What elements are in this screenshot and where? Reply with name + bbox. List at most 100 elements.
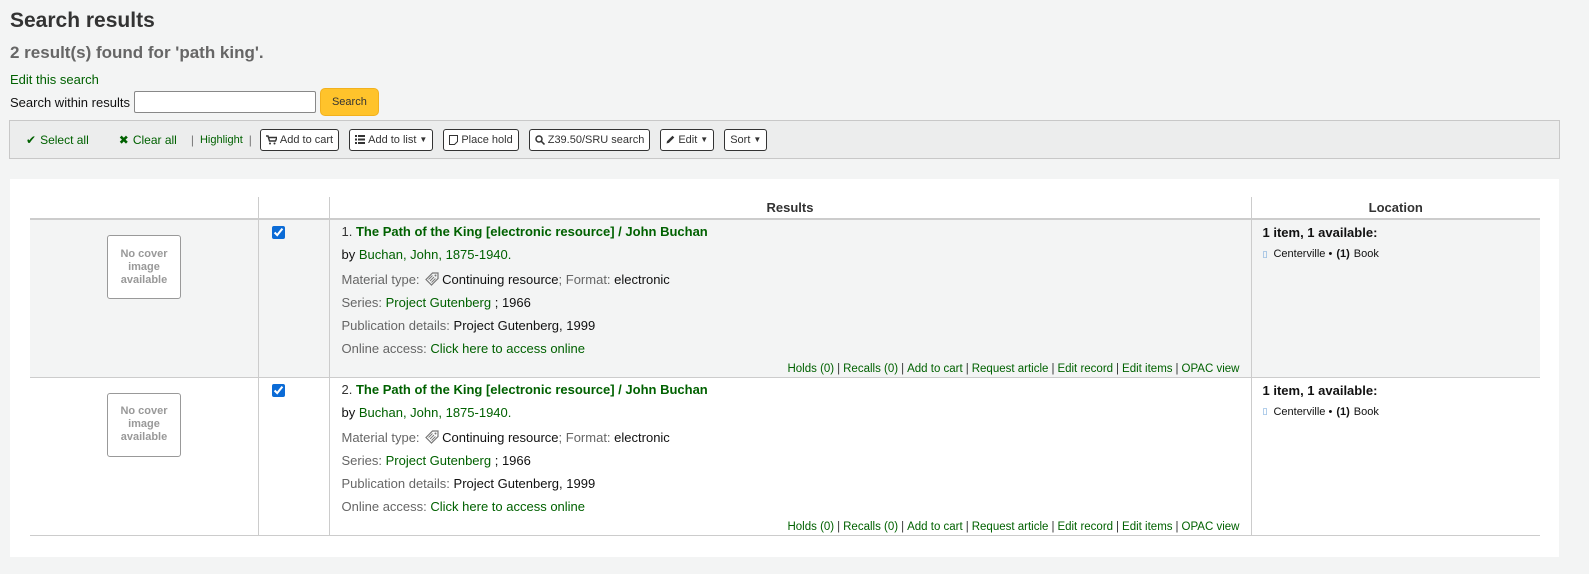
table-row: No cover image available 1. The Path of … <box>30 219 1541 378</box>
search-within-input[interactable] <box>133 91 316 113</box>
recalls-link[interactable]: Recalls (0) <box>843 521 898 533</box>
record-title-link[interactable]: The Path of the King [electronic resourc… <box>356 224 708 239</box>
select-cell <box>257 219 329 378</box>
item-type: Book <box>1353 248 1379 260</box>
toolbar-separator: | <box>190 132 194 147</box>
place-hold-button[interactable]: Place hold <box>443 128 519 151</box>
search-button[interactable]: Search <box>319 88 379 116</box>
series-link[interactable]: Project Gutenberg <box>386 295 492 310</box>
search-within-label: Search within results <box>10 94 130 110</box>
online-access-line: Online access: Click here to access onli… <box>342 341 1251 364</box>
edit-dropdown-button[interactable]: Edit ▼ <box>660 128 715 151</box>
add-to-cart-label: Add to cart <box>279 133 334 146</box>
select-cell <box>257 377 329 536</box>
sort-dropdown-button[interactable]: Sort ▼ <box>724 128 768 151</box>
cover-cell: No cover image available <box>30 219 258 378</box>
add-to-cart-link[interactable]: Add to cart <box>907 363 963 375</box>
format-value: electronic <box>614 429 670 445</box>
record-actions: Holds (0) | Recalls (0) | Add to cart | Reques… <box>787 520 1240 533</box>
format-value: electronic <box>614 272 670 287</box>
series-number: ; 1966 <box>491 452 531 468</box>
edit-search-link[interactable]: Edit this search <box>10 72 99 87</box>
chevron-down-icon: ▼ <box>753 135 762 144</box>
library-name: Centerville • <box>1273 405 1333 418</box>
place-hold-label: Place hold <box>461 133 513 146</box>
check-icon: ✔ <box>26 132 37 147</box>
publication-value: Project Gutenberg, 1999 <box>453 475 596 491</box>
add-to-cart-link[interactable]: Add to cart <box>907 521 963 533</box>
result-cell: 2. The Path of the King [electronic reso… <box>328 377 1251 536</box>
location-cell: 1 item, 1 available: ▯ Centerville • (1)… <box>1250 377 1541 536</box>
holds-link[interactable]: Holds (0) <box>787 521 834 533</box>
copy-count: (1) <box>1336 405 1350 418</box>
sort-label: Sort <box>730 133 751 146</box>
header-location[interactable]: Location <box>1250 197 1540 220</box>
material-type-line: Material type: Continuing resource; Form… <box>342 272 1251 295</box>
edit-items-link[interactable]: Edit items <box>1122 521 1173 533</box>
author-link[interactable]: Buchan, John, 1875-1940. <box>359 405 512 420</box>
search-within-form: Search within results Search <box>10 88 379 116</box>
record-title-line: 2. The Path of the King [electronic reso… <box>342 382 1251 405</box>
record-title-link[interactable]: The Path of the King [electronic resourc… <box>356 382 708 397</box>
format-label: ; Format: <box>558 272 611 287</box>
header-results[interactable]: Results <box>328 197 1251 220</box>
select-all-label: Select all <box>40 132 89 147</box>
online-access-link[interactable]: Click here to access online <box>430 499 585 514</box>
record-checkbox[interactable] <box>271 383 285 397</box>
z3950-search-button[interactable]: Z39.50/SRU search <box>528 128 651 151</box>
series-link[interactable]: Project Gutenberg <box>386 453 492 468</box>
results-table: Results Location No cover image availabl… <box>30 197 1540 536</box>
add-to-list-button[interactable]: Add to list ▼ <box>349 128 434 151</box>
edit-label: Edit <box>678 133 698 146</box>
record-author-line: by Buchan, John, 1875-1940. <box>342 405 1251 430</box>
no-cover-placeholder: No cover image available <box>107 392 181 457</box>
location-item: ▯ Centerville • (1) Book <box>1263 248 1541 260</box>
select-all-link[interactable]: ✔ Select all <box>26 133 89 147</box>
material-type-label: Material type: <box>341 272 420 287</box>
publication-label: Publication details: <box>341 475 450 491</box>
clear-all-link[interactable]: ✖ Clear all <box>119 133 177 147</box>
table-header-row: Results Location <box>30 197 1540 220</box>
add-to-list-label: Add to list <box>368 133 417 146</box>
series-label: Series: <box>341 295 382 310</box>
record-checkbox[interactable] <box>271 226 285 239</box>
sticky-note-icon <box>449 134 459 145</box>
library-name: Centerville • <box>1273 248 1333 260</box>
bullet-icon: ▯ <box>1262 248 1268 259</box>
highlight-link[interactable]: Highlight <box>200 134 243 146</box>
edit-items-link[interactable]: Edit items <box>1122 363 1173 375</box>
edit-record-link[interactable]: Edit record <box>1057 521 1113 533</box>
bullet-icon: ▯ <box>1262 406 1268 416</box>
material-type-line: Material type: Continuing resource; Form… <box>342 430 1251 453</box>
material-type-value: Continuing resource <box>442 272 559 287</box>
recalls-link[interactable]: Recalls (0) <box>843 363 898 375</box>
series-number: ; 1966 <box>491 295 531 310</box>
material-type-value: Continuing resource <box>442 429 559 445</box>
author-link[interactable]: Buchan, John, 1875-1940. <box>359 247 512 262</box>
header-cover <box>30 197 258 220</box>
location-item: ▯ Centerville • (1) Book <box>1263 406 1541 418</box>
publication-label: Publication details: <box>341 318 450 333</box>
tag-icon <box>425 272 439 286</box>
series-label: Series: <box>341 452 382 468</box>
request-article-link[interactable]: Request article <box>972 363 1049 375</box>
results-count: 2 result(s) found for 'path king'. <box>10 43 264 62</box>
z3950-label: Z39.50/SRU search <box>547 133 645 146</box>
item-type: Book <box>1353 405 1379 418</box>
format-label: ; Format: <box>558 429 611 445</box>
copy-count: (1) <box>1336 248 1350 260</box>
add-to-cart-button[interactable]: Add to cart <box>259 128 340 151</box>
edit-record-link[interactable]: Edit record <box>1057 363 1113 375</box>
holds-link[interactable]: Holds (0) <box>787 363 834 375</box>
record-author-line: by Buchan, John, 1875-1940. <box>342 247 1251 272</box>
result-cell: 1. The Path of the King [electronic reso… <box>328 219 1251 378</box>
opac-view-link[interactable]: OPAC view <box>1182 521 1240 533</box>
request-article-link[interactable]: Request article <box>972 521 1049 533</box>
toolbar-separator: | <box>248 132 252 147</box>
online-access-link[interactable]: Click here to access online <box>430 341 585 356</box>
record-actions: Holds (0) | Recalls (0) | Add to cart | Reques… <box>787 362 1240 375</box>
opac-view-link[interactable]: OPAC view <box>1182 363 1240 375</box>
list-icon <box>355 135 366 144</box>
record-number: 2. <box>341 381 353 397</box>
record-title-line: 1. The Path of the King [electronic reso… <box>342 224 1251 247</box>
